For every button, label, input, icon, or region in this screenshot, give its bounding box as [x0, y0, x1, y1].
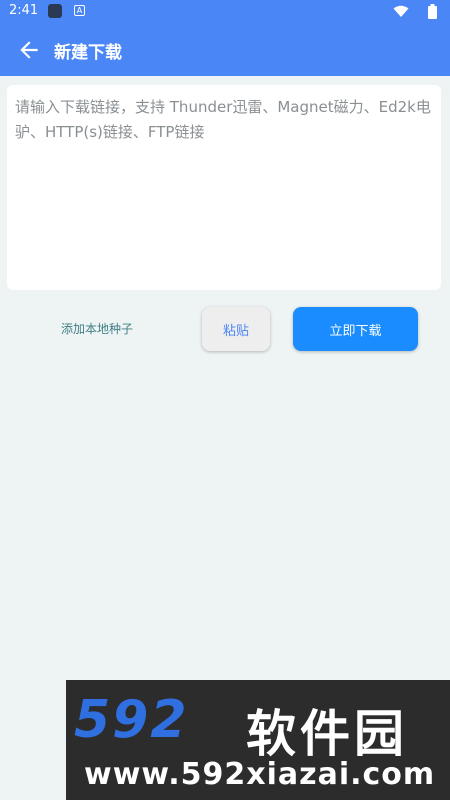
- app-icon: [48, 4, 62, 18]
- app-bar: 新建下载: [0, 24, 450, 76]
- watermark-logo: 592: [74, 690, 189, 750]
- wifi-icon: [393, 5, 409, 17]
- arrow-left-icon[interactable]: [16, 37, 42, 63]
- status-bar: 2:41 A: [0, 0, 450, 24]
- add-local-seed-link[interactable]: 添加本地种子: [61, 320, 133, 337]
- download-link-input[interactable]: [7, 85, 441, 290]
- watermark-url: www.592xiazai.com: [84, 757, 436, 792]
- watermark-logo-text: 软件园: [246, 705, 408, 763]
- battery-icon: [428, 4, 437, 19]
- status-time: 2:41: [9, 3, 39, 18]
- link-input-card: [7, 85, 441, 290]
- paste-button[interactable]: 粘贴: [202, 307, 270, 351]
- download-now-button[interactable]: 立即下载: [293, 307, 418, 351]
- page-title: 新建下载: [54, 43, 122, 63]
- watermark-banner: 592 软件园 www.592xiazai.com: [66, 680, 450, 800]
- a-icon: A: [74, 5, 85, 16]
